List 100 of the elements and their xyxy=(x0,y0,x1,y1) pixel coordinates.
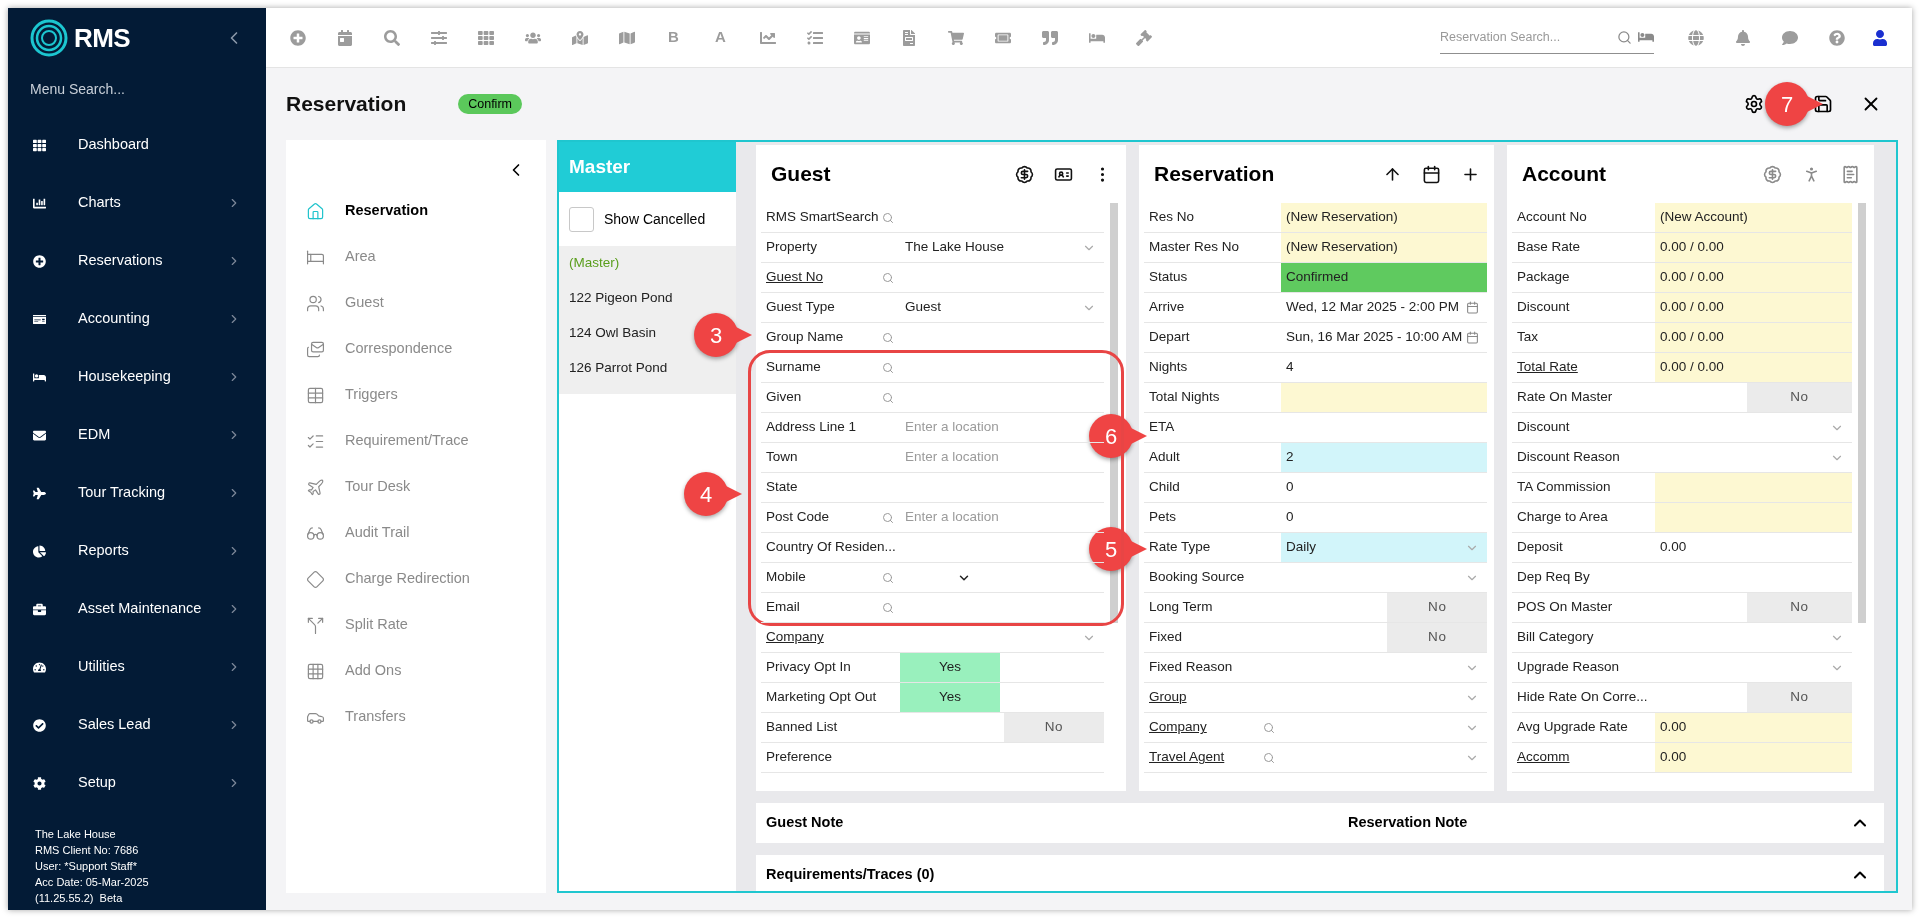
toggle-switch[interactable]: No xyxy=(1747,383,1852,412)
field-label[interactable]: Group xyxy=(1149,687,1187,708)
panel-title: Account xyxy=(1522,161,1607,188)
section-nav-item[interactable]: Transfers xyxy=(286,694,546,740)
section-nav-item[interactable]: Correspondence xyxy=(286,326,546,372)
note-section-header[interactable]: Guest Note Reservation Note xyxy=(756,803,1884,843)
field-label: Fixed xyxy=(1149,628,1182,647)
input-field[interactable]: 0.00 xyxy=(1655,743,1852,772)
field-label: Pets xyxy=(1149,508,1176,527)
field-label: Master Res No xyxy=(1149,238,1240,257)
toggle-switch[interactable]: No xyxy=(1387,623,1488,652)
sidebar-item[interactable]: Reports xyxy=(8,522,266,580)
note-section-header[interactable]: Requirements/Traces (0) xyxy=(756,855,1884,891)
toggle-switch[interactable]: No xyxy=(1387,593,1488,622)
input-field[interactable]: 0.00 xyxy=(1655,533,1852,562)
sidebar-item[interactable]: Tour Tracking xyxy=(8,464,266,522)
panel-title: Reservation xyxy=(1154,161,1276,188)
input-field[interactable]: 0.00 xyxy=(1655,713,1852,742)
section-nav-item[interactable]: Add Ons xyxy=(286,648,546,694)
input-field[interactable]: 0 xyxy=(1281,503,1488,532)
field-label: Discount xyxy=(1517,298,1570,317)
toggle-switch[interactable]: Yes xyxy=(900,683,1000,712)
field-label: Address Line 1 xyxy=(766,418,857,437)
master-list-item[interactable]: 126 Parrot Pond xyxy=(569,358,668,379)
field-label: Banned List xyxy=(766,718,838,737)
menu-search-field[interactable]: Menu Search... xyxy=(30,74,244,104)
input-field[interactable]: (New Reservation) xyxy=(1281,203,1488,232)
field-label: Group Name xyxy=(766,328,844,347)
location-field[interactable]: Enter a location xyxy=(905,447,1045,468)
field-label: Res No xyxy=(1149,208,1194,227)
input-field[interactable]: Wed, 12 Mar 2025 - 2:00 PM xyxy=(1281,293,1488,322)
footer-info-text: User: *Support Staff* xyxy=(35,859,138,874)
footer-info-text: (11.25.55.2) Beta xyxy=(35,891,124,906)
sidebar-item[interactable]: Dashboard xyxy=(8,116,266,174)
toggle-switch[interactable]: No xyxy=(1747,683,1852,712)
input-field[interactable]: (New Reservation) xyxy=(1281,233,1488,262)
dropdown-field[interactable]: Guest xyxy=(900,293,1104,322)
dropdown-field[interactable]: The Lake House xyxy=(900,233,1104,262)
input-field[interactable]: 0.00 / 0.00 xyxy=(1655,353,1852,382)
location-field[interactable]: Enter a location xyxy=(905,507,1045,528)
field-label[interactable]: Company xyxy=(766,627,824,648)
sidebar-item[interactable]: EDM xyxy=(8,406,266,464)
input-field[interactable]: (New Account) xyxy=(1655,203,1852,232)
toggle-switch[interactable]: Yes xyxy=(900,653,1000,682)
field-label: State xyxy=(766,478,798,497)
field-label: Surname xyxy=(766,358,821,377)
sidebar-item[interactable]: Housekeeping xyxy=(8,348,266,406)
sidebar-item[interactable]: Accounting xyxy=(8,290,266,348)
input-field[interactable]: 0 xyxy=(1281,473,1488,502)
field-label: RMS SmartSearch xyxy=(766,208,879,227)
field-label: Guest Type xyxy=(766,298,835,317)
master-list-item[interactable]: 124 Owl Basin xyxy=(569,323,657,344)
master-title: Master xyxy=(569,154,631,179)
field-label: Town xyxy=(766,448,798,467)
input-field[interactable]: 0.00 / 0.00 xyxy=(1655,323,1852,352)
field-label[interactable]: Guest No xyxy=(766,267,824,288)
section-nav-item[interactable]: Triggers xyxy=(286,372,546,418)
input-field[interactable]: 4 xyxy=(1281,353,1488,382)
input-field[interactable]: 0.00 / 0.00 xyxy=(1655,233,1852,262)
master-list-item[interactable]: 122 Pigeon Pond xyxy=(569,288,673,309)
input-field[interactable]: 2 xyxy=(1281,443,1488,472)
reservation-search-field[interactable]: Reservation Search... xyxy=(1440,27,1611,47)
field-label: Email xyxy=(766,598,800,617)
sidebar-item[interactable]: Setup xyxy=(8,754,266,812)
section-nav-item[interactable]: Split Rate xyxy=(286,602,546,648)
section-nav-item[interactable]: Guest xyxy=(286,280,546,326)
sidebar-item[interactable]: Charts xyxy=(8,174,266,232)
panel-title: Guest xyxy=(771,161,832,188)
field-label[interactable]: Company xyxy=(1149,717,1207,738)
section-nav-item[interactable]: Area xyxy=(286,234,546,280)
sidebar-item[interactable]: Sales Lead xyxy=(8,696,266,754)
section-title: Guest Note xyxy=(766,813,845,833)
section-nav-item[interactable]: Tour Desk xyxy=(286,464,546,510)
section-nav-item[interactable]: Requirement/Trace xyxy=(286,418,546,464)
input-field[interactable]: Confirmed xyxy=(1281,263,1488,292)
section-nav-item[interactable]: Reservation xyxy=(286,188,546,234)
input-field[interactable]: Sun, 16 Mar 2025 - 10:00 AM xyxy=(1281,323,1488,352)
section-nav-item[interactable]: Audit Trail xyxy=(286,510,546,556)
sidebar-item[interactable]: Reservations xyxy=(8,232,266,290)
field-label: Long Term xyxy=(1149,598,1213,617)
section-nav-item[interactable]: Charge Redirection xyxy=(286,556,546,602)
logo-text: RMS xyxy=(74,21,130,55)
field-label[interactable]: Accomm xyxy=(1517,747,1570,768)
input-field[interactable]: 0.00 / 0.00 xyxy=(1655,293,1852,322)
sidebar-item[interactable]: Utilities xyxy=(8,638,266,696)
field-label: POS On Master xyxy=(1517,598,1613,617)
section-title: Reservation Note xyxy=(1348,813,1468,833)
toggle-switch[interactable]: No xyxy=(1004,713,1104,742)
toggle-switch[interactable]: No xyxy=(1747,593,1852,622)
field-label[interactable]: Total Rate xyxy=(1517,357,1578,378)
field-label: Status xyxy=(1149,268,1188,287)
field-label: Given xyxy=(766,388,802,407)
field-label[interactable]: Travel Agent xyxy=(1149,747,1225,768)
field-label: Child xyxy=(1149,478,1180,497)
field-label: TA Commission xyxy=(1517,478,1611,497)
page-title: Reservation xyxy=(286,91,407,118)
dropdown-field[interactable]: Daily xyxy=(1281,533,1488,562)
location-field[interactable]: Enter a location xyxy=(905,417,1045,438)
input-field[interactable]: 0.00 / 0.00 xyxy=(1655,263,1852,292)
sidebar-item[interactable]: Asset Maintenance xyxy=(8,580,266,638)
